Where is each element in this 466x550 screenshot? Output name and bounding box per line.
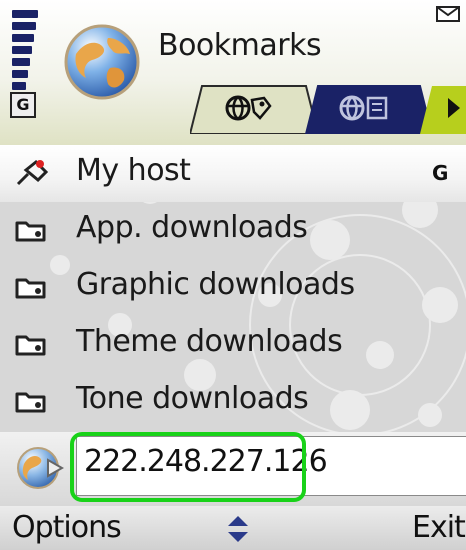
globe-icon xyxy=(64,24,140,100)
tab-bar xyxy=(190,85,466,134)
browser-screen: G Bookmarks My host G App. downloads Gra… xyxy=(0,0,466,550)
envelope-icon xyxy=(436,6,460,22)
bookmark-label: Graphic downloads xyxy=(76,267,355,302)
bookmark-label: Theme downloads xyxy=(76,324,343,359)
signal-strength-icon xyxy=(12,10,38,90)
folder-icon xyxy=(15,335,46,356)
folder-icon xyxy=(15,221,46,242)
pin-icon xyxy=(16,159,49,186)
folder-icon xyxy=(15,278,46,299)
bookmark-row-app-downloads[interactable]: App. downloads xyxy=(0,202,466,259)
up-down-scroll-icon xyxy=(228,516,248,542)
globe-go-icon xyxy=(17,447,65,489)
exit-softkey[interactable]: Exit xyxy=(412,510,466,545)
gprs-indicator: G xyxy=(10,92,36,118)
gprs-badge: G xyxy=(432,161,449,185)
tab-bookmarks[interactable] xyxy=(190,85,320,134)
bookmark-label: App. downloads xyxy=(76,210,308,245)
tab-next[interactable] xyxy=(420,86,466,134)
bookmark-row-graphic-downloads[interactable]: Graphic downloads xyxy=(0,259,466,316)
folder-icon xyxy=(15,392,46,413)
bookmark-row-tone-downloads[interactable]: Tone downloads xyxy=(0,373,466,430)
bookmark-row-theme-downloads[interactable]: Theme downloads xyxy=(0,316,466,373)
bookmark-list: My host G App. downloads Graphic downloa… xyxy=(0,145,466,432)
bookmark-label: Tone downloads xyxy=(76,381,309,416)
tab-pages[interactable] xyxy=(304,85,434,134)
options-softkey[interactable]: Options xyxy=(12,510,122,545)
address-bar: 222.248.227.126 xyxy=(0,432,466,506)
bookmark-label: My host xyxy=(76,153,191,188)
softkey-bar: Options Exit xyxy=(0,506,466,550)
url-highlight-outline xyxy=(70,432,306,502)
header: G Bookmarks xyxy=(0,0,466,145)
bookmark-row-my-host[interactable]: My host G xyxy=(0,145,466,202)
page-title: Bookmarks xyxy=(158,28,322,63)
